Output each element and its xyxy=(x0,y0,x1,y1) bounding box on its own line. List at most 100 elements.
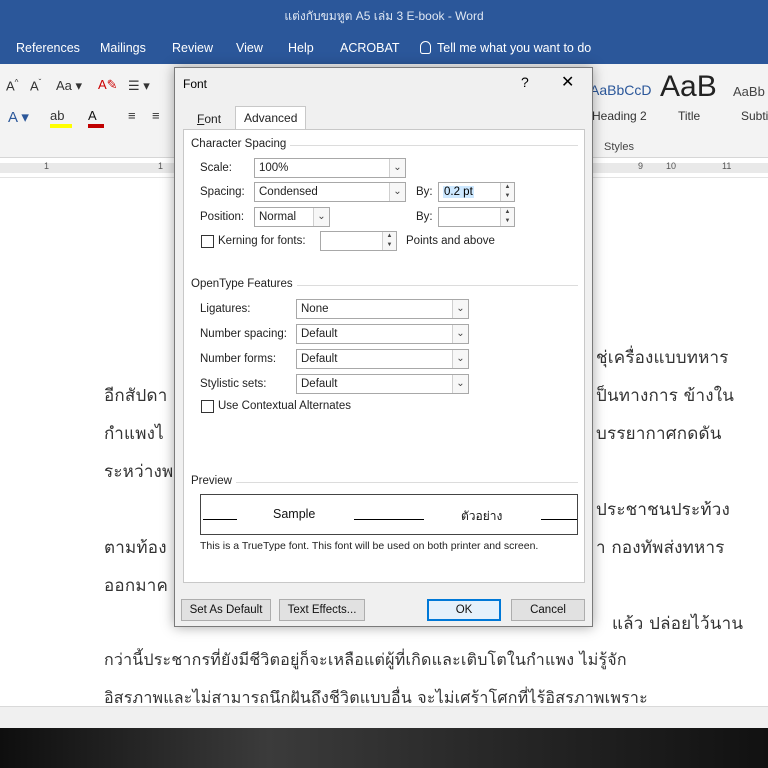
spin-up-icon[interactable]: ▲ xyxy=(383,232,396,241)
doc-line: อีกสัปดา xyxy=(104,386,168,406)
text-effects-button[interactable]: Text Effects... xyxy=(279,599,365,621)
kerning-label[interactable]: Kerning for fonts: xyxy=(218,235,306,247)
spin-up-icon[interactable]: ▲ xyxy=(501,183,514,192)
ligatures-value: None xyxy=(301,303,329,315)
tab-view[interactable]: View xyxy=(236,41,263,55)
scale-dropdown[interactable]: 100% ⌄ xyxy=(254,158,406,178)
chevron-down-icon[interactable]: ⌄ xyxy=(452,375,468,393)
change-case-icon[interactable]: Aa ▾ xyxy=(56,78,82,94)
doc-line: ประชาชนประท้วง xyxy=(596,500,731,520)
ok-button[interactable]: OK xyxy=(427,599,501,621)
spinner-arrows[interactable]: ▲ ▼ xyxy=(382,232,396,250)
preview-sample: Sample xyxy=(273,507,316,521)
grow-font-icon[interactable]: A^ xyxy=(6,78,18,93)
spin-down-icon[interactable]: ▼ xyxy=(383,241,396,250)
contextual-alternates-label[interactable]: Use Contextual Alternates xyxy=(218,400,351,412)
spacing-value: Condensed xyxy=(259,186,318,198)
spinner-arrows[interactable]: ▲ ▼ xyxy=(500,183,514,201)
chevron-down-icon[interactable]: ⌄ xyxy=(389,183,405,201)
styles-group-label: Styles xyxy=(604,141,634,153)
tab-help[interactable]: Help xyxy=(288,41,314,55)
align-left-icon[interactable]: ≡ xyxy=(128,108,136,123)
doc-line: ระหว่างพ xyxy=(104,462,174,482)
style-title-sample[interactable]: AaB xyxy=(660,70,717,104)
spacing-by-label: By: xyxy=(416,186,433,198)
preview-heading: Preview xyxy=(191,475,236,487)
style-heading2-name: Heading 2 xyxy=(592,109,647,123)
doc-line: ป็นทางการ ข้างใน xyxy=(596,386,735,406)
number-spacing-dropdown[interactable]: Default ⌄ xyxy=(296,324,469,344)
preview-rule xyxy=(203,519,237,520)
tab-review[interactable]: Review xyxy=(172,41,213,55)
close-icon[interactable]: ✕ xyxy=(561,72,574,92)
tab-advanced[interactable]: Advanced xyxy=(235,106,307,130)
ribbon-tab-bar: References Mailings Review View Help ACR… xyxy=(0,34,768,64)
stylistic-sets-label: Stylistic sets: xyxy=(200,378,267,390)
tab-font[interactable]: Font xyxy=(189,108,229,130)
align-center-icon[interactable]: ≡ xyxy=(152,108,160,123)
doc-line: กว่านี้ประชากรที่ยังมีชีวิตอยู่ก็จะเหลือ… xyxy=(104,650,627,669)
bullets-icon[interactable]: ☰ ▾ xyxy=(128,78,150,94)
scale-value: 100% xyxy=(259,162,289,174)
chevron-down-icon[interactable]: ⌄ xyxy=(452,350,468,368)
clear-formatting-icon[interactable]: A✎ xyxy=(98,77,118,93)
kerning-checkbox[interactable] xyxy=(201,235,214,248)
doc-line: บรรยากาศกดดัน xyxy=(596,424,722,444)
doc-line: ชุ่เครื่องแบบทหาร xyxy=(596,348,729,368)
tab-mailings[interactable]: Mailings xyxy=(100,41,146,55)
position-dropdown[interactable]: Normal ⌄ xyxy=(254,207,330,227)
number-forms-dropdown[interactable]: Default ⌄ xyxy=(296,349,469,369)
style-subtitle-sample[interactable]: AaBb xyxy=(733,84,765,99)
ruler-tick: 9 xyxy=(638,161,644,171)
highlight-color-icon[interactable]: ab xyxy=(50,108,72,128)
doc-line: ออกมาค xyxy=(104,576,169,596)
spacing-label: Spacing: xyxy=(200,186,245,198)
doc-line: แล้ว ปล่อยไว้นาน xyxy=(612,614,744,634)
spin-up-icon[interactable]: ▲ xyxy=(501,208,514,217)
lightbulb-icon xyxy=(420,41,431,54)
tell-me-search[interactable]: Tell me what you want to do xyxy=(420,41,591,55)
spin-down-icon[interactable]: ▼ xyxy=(501,217,514,226)
position-by-spinner[interactable]: ▲ ▼ xyxy=(438,207,515,227)
number-spacing-label: Number spacing: xyxy=(200,328,287,340)
preview-rule xyxy=(354,519,424,520)
advanced-panel: Character Spacing Scale: 100% ⌄ Spacing:… xyxy=(183,129,585,583)
set-as-default-button[interactable]: Set As Default xyxy=(181,599,271,621)
font-color-icon[interactable]: A xyxy=(88,108,104,128)
tab-references[interactable]: References xyxy=(16,41,80,55)
text-effects-icon[interactable]: A ▾ xyxy=(8,108,29,126)
ligatures-dropdown[interactable]: None ⌄ xyxy=(296,299,469,319)
ruler-tick: 10 xyxy=(666,161,677,171)
contextual-alternates-checkbox[interactable] xyxy=(201,400,214,413)
ruler-tick: 1 xyxy=(44,161,50,171)
position-label: Position: xyxy=(200,211,245,223)
preview-sample-thai: ตัวอย่าง xyxy=(461,509,503,523)
dialog-title: Font xyxy=(183,77,208,91)
ruler-tick: 1 xyxy=(158,161,164,171)
position-by-label: By: xyxy=(416,211,433,223)
chevron-down-icon[interactable]: ⌄ xyxy=(452,300,468,318)
spacing-by-spinner[interactable]: 0.2 pt ▲ ▼ xyxy=(438,182,515,202)
style-subtitle-name: Subti xyxy=(741,109,768,123)
shrink-font-icon[interactable]: Aˇ xyxy=(30,78,41,93)
stylistic-sets-dropdown[interactable]: Default ⌄ xyxy=(296,374,469,394)
chevron-down-icon[interactable]: ⌄ xyxy=(389,159,405,177)
spacing-dropdown[interactable]: Condensed ⌄ xyxy=(254,182,406,202)
position-value: Normal xyxy=(259,211,297,223)
number-forms-label: Number forms: xyxy=(200,353,277,365)
kerning-suffix-label: Points and above xyxy=(406,235,495,247)
chevron-down-icon[interactable]: ⌄ xyxy=(452,325,468,343)
cancel-button[interactable]: Cancel xyxy=(511,599,585,621)
number-forms-value: Default xyxy=(301,353,338,365)
tab-acrobat[interactable]: ACROBAT xyxy=(340,41,400,55)
style-title-name: Title xyxy=(678,109,701,123)
chevron-down-icon[interactable]: ⌄ xyxy=(313,208,329,226)
style-heading2-sample[interactable]: AaBbCcD xyxy=(590,82,651,98)
group-divider xyxy=(192,482,578,483)
ligatures-label: Ligatures: xyxy=(200,303,251,315)
help-button[interactable]: ? xyxy=(521,74,529,90)
window-title-bar: แต่งกับขมหูต A5 เล่ม 3 E-book - Word xyxy=(0,0,768,34)
spin-down-icon[interactable]: ▼ xyxy=(501,192,514,201)
kerning-points-spinner[interactable]: ▲ ▼ xyxy=(320,231,397,251)
spinner-arrows[interactable]: ▲ ▼ xyxy=(500,208,514,226)
